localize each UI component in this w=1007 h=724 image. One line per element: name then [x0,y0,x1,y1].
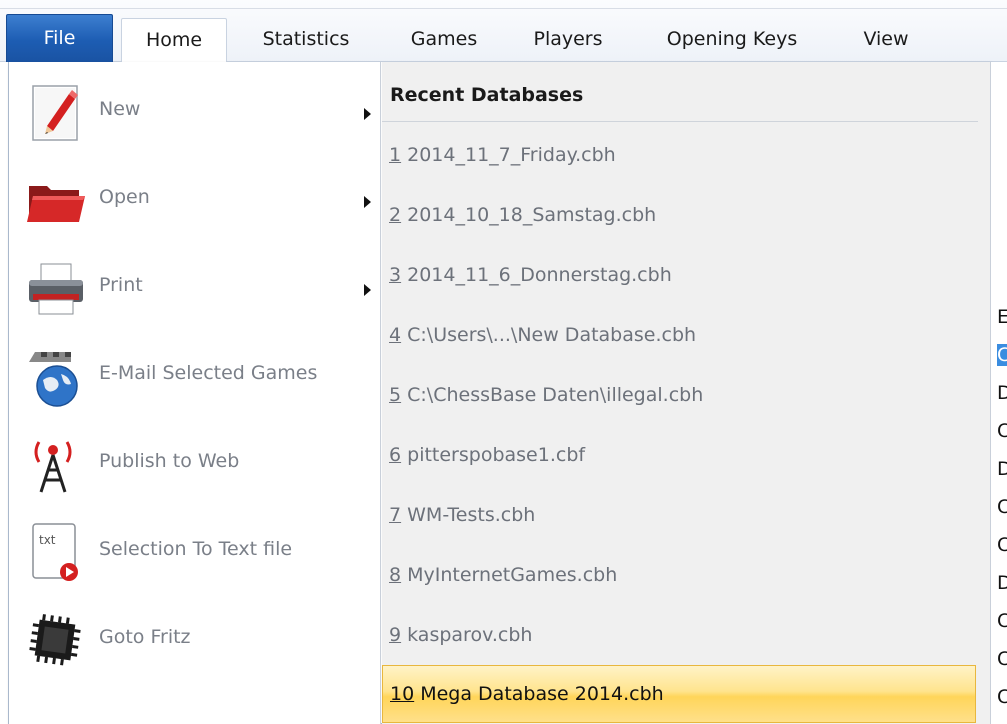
file-menu-commands: New Open Print E-Mail Selected Games Pub… [9,62,381,724]
tab-games[interactable]: Games [392,18,496,62]
recent-databases-pane: Recent Databases 1 2014_11_7_Friday.cbh … [382,62,990,724]
recent-database-item[interactable]: 2 2014_10_18_Samstag.cbh [382,187,978,244]
file-menu-panel: New Open Print E-Mail Selected Games Pub… [8,62,990,724]
recent-item-name: Mega Database 2014.cbh [414,683,664,705]
svg-text:txt: txt [39,533,56,547]
menu-item-label: Goto Fritz [99,626,191,648]
recent-item-number: 8 [389,564,402,586]
clipped-text: C [997,496,1007,518]
recent-database-item[interactable]: 8 MyInternetGames.cbh [382,547,978,604]
recent-item-name: WM-Tests.cbh [401,504,536,526]
menu-item-label: Selection To Text file [99,538,293,560]
recent-item-number: 10 [390,683,415,705]
recent-databases-divider [382,121,978,122]
menu-item-label: Print [99,274,143,296]
clipped-text: D [997,382,1007,404]
background-window-edge: E C D C D C C D C C C [990,62,1007,724]
submenu-arrow-icon [364,196,371,208]
email-globe-icon [25,346,89,410]
recent-item-number: 9 [389,624,402,646]
menu-item-label: New [99,98,141,120]
recent-item-name: MyInternetGames.cbh [401,564,618,586]
clipped-text: C [997,648,1007,670]
tab-opening-keys[interactable]: Opening Keys [644,18,820,62]
chip-icon [25,610,89,674]
recent-item-name: 2014_11_7_Friday.cbh [401,144,616,166]
submenu-arrow-icon [364,284,371,296]
recent-item-number: 7 [389,504,402,526]
clipped-text: C [997,534,1007,556]
broadcast-tower-icon [25,434,89,498]
recent-database-item[interactable]: 3 2014_11_6_Donnerstag.cbh [382,247,978,304]
tab-file[interactable]: File [6,14,113,62]
submenu-arrow-icon [364,108,371,120]
menu-item-selection-to-text-file[interactable]: txt Selection To Text file [21,512,373,592]
new-document-pencil-icon [25,82,89,146]
recent-database-item[interactable]: 7 WM-Tests.cbh [382,487,978,544]
tabbar-top-line [0,8,1007,9]
recent-item-number: 1 [389,144,402,166]
clipped-text: E [997,306,1007,328]
clipped-text: C [997,686,1007,708]
recent-databases-title: Recent Databases [390,84,584,106]
menu-item-email-selected-games[interactable]: E-Mail Selected Games [21,336,373,416]
clipped-text: C [997,610,1007,632]
recent-item-name: 2014_11_6_Donnerstag.cbh [401,264,672,286]
clipped-text: C [997,344,1007,366]
menu-item-open[interactable]: Open [21,160,373,240]
ribbon-tab-bar: File Home Statistics Games Players Openi… [0,0,1007,62]
clipped-text: D [997,458,1007,480]
menu-item-goto-fritz[interactable]: Goto Fritz [21,600,373,680]
menu-item-label: E-Mail Selected Games [99,362,318,384]
open-folder-icon [25,170,89,234]
clipped-text: D [997,572,1007,594]
recent-item-number: 5 [389,384,402,406]
clipped-text: C [997,420,1007,442]
recent-item-number: 4 [389,324,402,346]
menu-item-print[interactable]: Print [21,248,373,328]
recent-item-number: 2 [389,204,402,226]
menu-item-new[interactable]: New [21,72,373,152]
recent-item-name: kasparov.cbh [401,624,533,646]
menu-item-label: Open [99,186,150,208]
recent-database-item[interactable]: 5 C:\ChessBase Daten\illegal.cbh [382,367,978,424]
tab-statistics[interactable]: Statistics [240,18,372,62]
menu-item-label: Publish to Web [99,450,240,472]
recent-database-item[interactable]: 6 pitterspobase1.cbf [382,427,978,484]
tab-players[interactable]: Players [516,18,620,62]
recent-item-number: 6 [389,444,402,466]
recent-item-name: pitterspobase1.cbf [401,444,586,466]
text-file-icon: txt [25,522,89,586]
tab-view[interactable]: View [840,18,932,62]
recent-item-name: 2014_10_18_Samstag.cbh [401,204,657,226]
recent-database-item[interactable]: 9 kasparov.cbh [382,607,978,664]
recent-database-item-selected[interactable]: 10 Mega Database 2014.cbh [382,665,976,723]
tab-home[interactable]: Home [121,18,227,62]
recent-item-number: 3 [389,264,402,286]
printer-icon [25,258,89,322]
recent-database-item[interactable]: 1 2014_11_7_Friday.cbh [382,127,978,184]
recent-item-name: C:\Users\...\New Database.cbh [401,324,697,346]
recent-database-item[interactable]: 4 C:\Users\...\New Database.cbh [382,307,978,364]
recent-item-name: C:\ChessBase Daten\illegal.cbh [401,384,704,406]
menu-item-publish-to-web[interactable]: Publish to Web [21,424,373,504]
